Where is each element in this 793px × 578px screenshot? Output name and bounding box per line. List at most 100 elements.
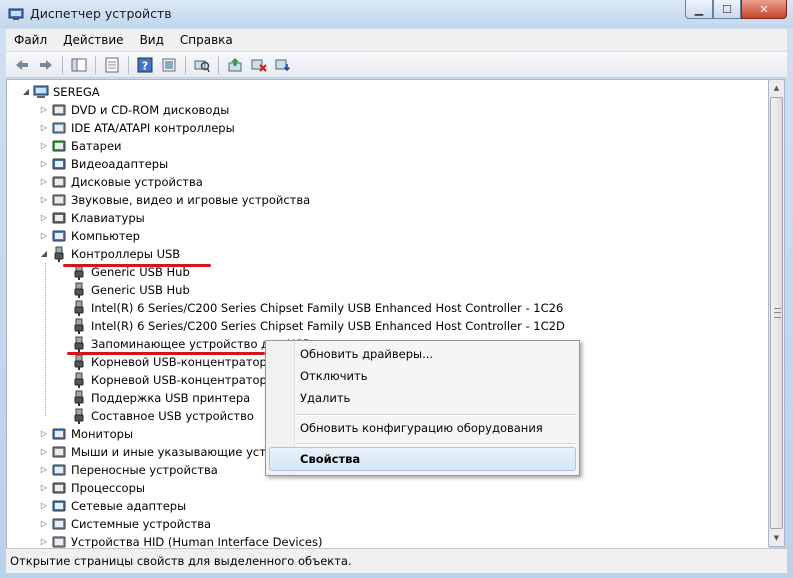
device-category-icon xyxy=(52,212,66,224)
scroll-up-arrow-icon[interactable]: ▲ xyxy=(771,81,782,95)
expand-arrow-icon[interactable]: ▷ xyxy=(39,443,49,461)
expand-arrow-icon[interactable]: ▷ xyxy=(39,137,49,155)
device-tree[interactable]: ◢ SEREGA ▷ DVD и CD-ROM дисководы ▷ IDE ATA… xyxy=(6,79,769,549)
expand-arrow-icon[interactable]: ▷ xyxy=(39,155,49,173)
device-category-icon xyxy=(52,230,66,242)
tree-category[interactable]: ▷ Системные устройства xyxy=(39,515,759,533)
tree-category-label: Компьютер xyxy=(71,229,140,243)
expand-arrow-icon[interactable]: ▷ xyxy=(39,173,49,191)
device-category-icon xyxy=(52,158,66,170)
tree-usb-device-label: Составное USB устройство xyxy=(91,409,254,423)
maximize-button[interactable]: ☐ xyxy=(713,0,741,19)
context-menu-separator xyxy=(296,443,577,445)
expand-arrow-icon[interactable]: ▷ xyxy=(39,515,49,533)
device-category-icon xyxy=(52,464,66,476)
title-bar[interactable]: Диспетчер устройств ▁ ☐ ✕ xyxy=(0,0,793,28)
show-hide-icon[interactable] xyxy=(159,55,179,75)
menu-delete[interactable]: Удалить xyxy=(300,391,350,405)
tree-usb-device[interactable]: Intel(R) 6 Series/C200 Series Chipset Fa… xyxy=(59,317,769,335)
menu-properties[interactable]: Свойства xyxy=(300,452,360,466)
usb-plug-icon xyxy=(74,408,84,424)
menu-file[interactable]: Файл xyxy=(6,33,55,47)
tree-usb-device-label: Intel(R) 6 Series/C200 Series Chipset Fa… xyxy=(91,319,565,333)
minimize-button[interactable]: ▁ xyxy=(685,0,713,19)
usb-plug-icon xyxy=(74,390,84,406)
tree-category-label: Батареи xyxy=(71,139,122,153)
device-category-icon xyxy=(52,194,66,206)
tree-category-label: Мониторы xyxy=(71,427,134,441)
tree-category-label: Процессоры xyxy=(71,481,145,495)
device-category-icon xyxy=(52,536,66,548)
usb-plug-icon xyxy=(74,300,84,316)
tree-usb-device[interactable]: Intel(R) 6 Series/C200 Series Chipset Fa… xyxy=(59,299,769,317)
vertical-scrollbar[interactable]: ▲ ▼ xyxy=(768,79,785,547)
update-driver-icon[interactable] xyxy=(225,55,245,75)
window-title: Диспетчер устройств xyxy=(30,6,172,21)
tree-category[interactable]: ▷ Сетевые адаптеры xyxy=(39,497,759,515)
tree-root[interactable]: ◢ SEREGA xyxy=(21,83,321,101)
uninstall-device-icon[interactable] xyxy=(273,55,293,75)
menu-scan-hardware[interactable]: Обновить конфигурацию оборудования xyxy=(300,421,543,435)
expand-arrow-icon[interactable]: ▷ xyxy=(39,461,49,479)
help-icon[interactable]: ? xyxy=(135,55,155,75)
console-tree-icon[interactable] xyxy=(69,55,89,75)
tree-category-label: Звуковые, видео и игровые устройства xyxy=(71,193,311,207)
tree-category-label: IDE ATA/ATAPI контроллеры xyxy=(71,121,235,135)
tree-category[interactable]: ▷ Устройства HID (Human Interface Devices… xyxy=(39,533,759,548)
tree-usb-device-label: Intel(R) 6 Series/C200 Series Chipset Fa… xyxy=(91,301,564,315)
tree-usb-device-label: Поддержка USB принтера xyxy=(91,391,251,405)
svg-text:?: ? xyxy=(142,59,148,72)
expand-arrow-icon[interactable]: ▷ xyxy=(39,479,49,497)
back-arrow-icon[interactable] xyxy=(12,55,32,75)
scroll-down-arrow-icon[interactable]: ▼ xyxy=(771,531,782,545)
tree-category-label: Контроллеры USB xyxy=(71,247,181,261)
tree-root-label: SEREGA xyxy=(53,85,100,99)
context-menu-separator xyxy=(296,414,577,416)
usb-plug-icon xyxy=(54,246,64,262)
expand-arrow-icon[interactable]: ▷ xyxy=(39,425,49,443)
tree-category[interactable]: ▷ Клавиатуры xyxy=(39,209,759,227)
forward-arrow-icon[interactable] xyxy=(36,55,56,75)
tree-category-label: Системные устройства xyxy=(71,517,212,531)
collapse-arrow-icon[interactable]: ◢ xyxy=(21,83,31,101)
device-category-icon xyxy=(52,122,66,134)
expand-arrow-icon[interactable]: ▷ xyxy=(39,209,49,227)
tree-category[interactable]: ▷ Батареи xyxy=(39,137,759,155)
expand-arrow-icon[interactable]: ▷ xyxy=(39,119,49,137)
expand-arrow-icon[interactable]: ▷ xyxy=(39,191,49,209)
scrollbar-thumb[interactable] xyxy=(770,97,783,529)
menu-action[interactable]: Действие xyxy=(55,33,131,47)
tree-usb-device-label: Generic USB Hub xyxy=(91,283,190,297)
tree-usb-device-label: Корневой USB-концентратор xyxy=(91,355,267,369)
device-category-icon xyxy=(52,176,66,188)
tree-category[interactable]: ▷ Звуковые, видео и игровые устройства xyxy=(39,191,759,209)
usb-plug-icon xyxy=(74,336,84,352)
tree-usb-device[interactable]: Generic USB Hub xyxy=(59,281,769,299)
menu-help[interactable]: Справка xyxy=(172,33,241,47)
tree-category[interactable]: ◢ Контроллеры USB xyxy=(39,245,759,263)
properties-icon[interactable] xyxy=(102,55,122,75)
toolbar-separator xyxy=(95,55,96,74)
menu-update-drivers[interactable]: Обновить драйверы... xyxy=(300,347,433,361)
tree-category[interactable]: ▷ IDE ATA/ATAPI контроллеры xyxy=(39,119,759,137)
expand-arrow-icon[interactable]: ▷ xyxy=(39,533,49,548)
menu-disable[interactable]: Отключить xyxy=(300,369,367,383)
close-button[interactable]: ✕ xyxy=(741,0,787,19)
tree-category[interactable]: ▷ Видеоадаптеры xyxy=(39,155,759,173)
expand-arrow-icon[interactable]: ▷ xyxy=(39,101,49,119)
scan-hardware-icon[interactable] xyxy=(192,55,212,75)
tree-category[interactable]: ▷ DVD и CD-ROM дисководы xyxy=(39,101,759,119)
tree-category[interactable]: ▷ Компьютер xyxy=(39,227,759,245)
collapse-arrow-icon[interactable]: ◢ xyxy=(39,245,49,263)
tree-category[interactable]: ▷ Дисковые устройства xyxy=(39,173,759,191)
expand-arrow-icon[interactable]: ▷ xyxy=(39,227,49,245)
menu-view[interactable]: Вид xyxy=(132,33,172,47)
disable-device-icon[interactable] xyxy=(249,55,269,75)
tree-category-label: Видеоадаптеры xyxy=(71,157,169,171)
annotation-underline-usb-controllers xyxy=(63,264,211,267)
device-category-icon xyxy=(52,104,66,116)
toolbar: ? xyxy=(6,52,787,78)
tree-category[interactable]: ▷ Процессоры xyxy=(39,479,759,497)
expand-arrow-icon[interactable]: ▷ xyxy=(39,497,49,515)
tree-category-label: Переносные устройства xyxy=(71,463,218,477)
